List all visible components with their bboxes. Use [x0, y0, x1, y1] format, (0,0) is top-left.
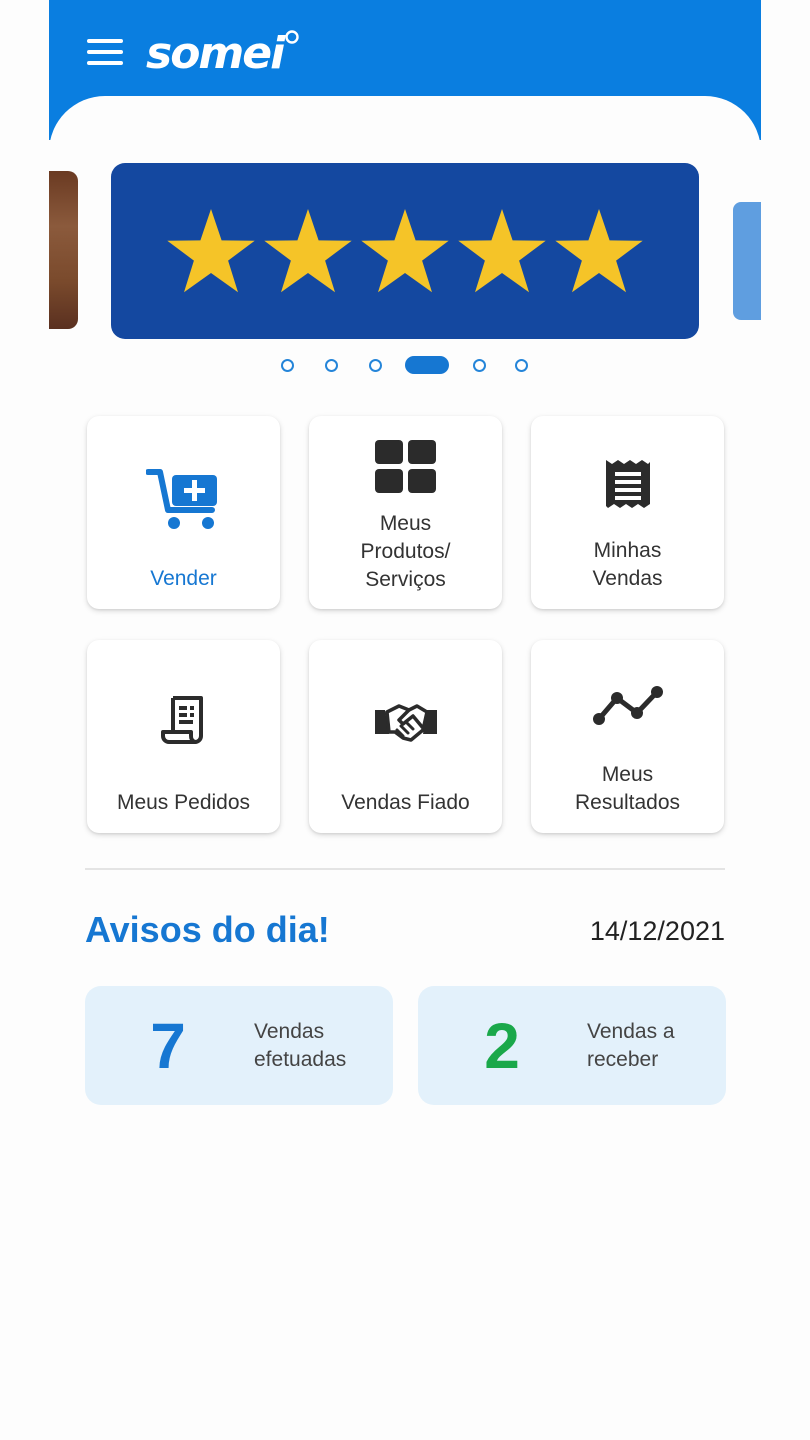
card-vendas-a-receber-count: 2	[484, 1010, 520, 1082]
tile-meus-produtos[interactable]: Meus Produtos/ Serviços	[309, 416, 502, 609]
section-divider	[85, 868, 725, 870]
carousel-dot-2[interactable]	[325, 359, 338, 372]
star-icon	[167, 209, 255, 293]
card-vendas-a-receber[interactable]: 2 Vendas a receber	[418, 986, 726, 1105]
carousel-prev-slide[interactable]	[49, 171, 78, 329]
tile-meus-pedidos-label: Meus Pedidos	[116, 791, 251, 814]
card-vendas-efetuadas-label: Vendas efetuadas	[254, 1020, 347, 1071]
tile-minhas-vendas-label: Minhas Vendas	[592, 539, 663, 590]
card-vendas-a-receber-label: Vendas a receber	[587, 1020, 675, 1071]
carousel-next-slide[interactable]	[733, 202, 761, 320]
carousel-dot-6[interactable]	[515, 359, 528, 372]
tile-meus-produtos-label: Meus Produtos/ Serviços	[360, 512, 451, 591]
avisos-date: 14/12/2021	[589, 916, 725, 946]
grid-icon	[309, 440, 502, 494]
app-screen: somei Vender Meus Produtos/ Serviços Min…	[49, 0, 761, 1440]
receipt-icon	[531, 458, 724, 508]
order-document-icon	[87, 694, 280, 746]
tile-meus-pedidos[interactable]: Meus Pedidos	[87, 640, 280, 833]
carousel-pagination	[49, 356, 761, 374]
add-to-cart-icon	[87, 466, 280, 532]
handshake-icon	[309, 700, 502, 744]
tile-vender-label: Vender	[150, 567, 217, 590]
somei-logo: somei	[146, 28, 299, 74]
hamburger-menu-icon[interactable]	[87, 38, 123, 66]
svg-text:somei: somei	[146, 28, 286, 74]
card-vendas-efetuadas[interactable]: 7 Vendas efetuadas	[85, 986, 393, 1105]
star-icon	[458, 209, 546, 293]
avisos-title: Avisos do dia!	[85, 909, 330, 950]
carousel-dot-4-active[interactable]	[405, 356, 449, 374]
carousel-dot-3[interactable]	[369, 359, 382, 372]
tile-meus-resultados[interactable]: Meus Resultados	[531, 640, 724, 833]
star-icon	[555, 209, 643, 293]
star-icon	[361, 209, 449, 293]
card-vendas-efetuadas-count: 7	[150, 1010, 186, 1082]
tile-vendas-fiado-label: Vendas Fiado	[341, 791, 470, 814]
tile-minhas-vendas[interactable]: Minhas Vendas	[531, 416, 724, 609]
carousel-dot-5[interactable]	[473, 359, 486, 372]
rating-stars	[167, 209, 643, 293]
tile-meus-resultados-label: Meus Resultados	[574, 763, 681, 814]
tile-vendas-fiado[interactable]: Vendas Fiado	[309, 640, 502, 833]
star-icon	[264, 209, 352, 293]
tile-vender[interactable]: Vender	[87, 416, 280, 609]
carousel-dot-1[interactable]	[281, 359, 294, 372]
carousel-slide-rating[interactable]	[111, 163, 699, 339]
line-chart-icon	[531, 684, 724, 726]
